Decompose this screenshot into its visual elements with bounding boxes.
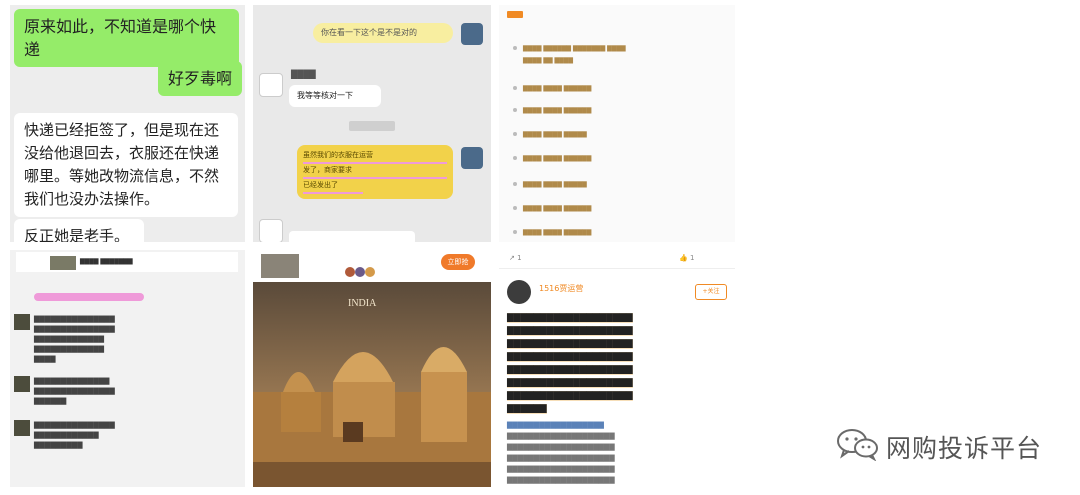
message-line: 已经发出了 [303, 179, 363, 194]
list-item: ▇▇▇▇ ▇▇▇▇ ▇▇▇▇▇▇ [513, 155, 725, 165]
comment: ▇▇▇▇▇▇▇▇▇▇▇▇▇▇▇ ▇▇▇▇▇▇▇▇▇▇▇▇ ▇▇▇▇▇▇▇▇▇ [14, 420, 237, 450]
image-caption: INDIA [348, 298, 377, 309]
list-item: ▇▇▇▇ ▇▇▇▇ ▇▇▇▇▇ [513, 181, 725, 191]
weibo-post-panel: ↗ 1 👍 1 1516贾运营 +关注 ▇▇▇▇▇▇▇▇▇▇▇▇▇▇▇▇▇▇▇ … [499, 250, 735, 487]
list-item: ▇▇▇▇ ▇▇▇▇ ▇▇▇▇▇▇ [513, 205, 725, 215]
order-log-panel: ▇▇▇▇ ▇▇▇▇▇▇ ▇▇▇▇▇▇▇ ▇▇▇▇ ▇▇▇▇ ▇▇ ▇▇▇▇ ▇▇… [499, 5, 735, 242]
chat-screenshot-panel-2: 你在看一下这个是不是对的 ████ 我等等核对一下 虽然我们的衣服在运营 发了，… [253, 5, 491, 242]
badge-icon [507, 11, 523, 18]
chat-bubble-received: 我等等核对一下 [289, 85, 381, 107]
product-thumbnail [261, 254, 299, 278]
list-item: ▇▇▇▇ ▇▇▇▇▇▇ ▇▇▇▇▇▇▇ ▇▇▇▇ [513, 45, 725, 55]
product-image-panel: 立即抢 INDIA [253, 250, 491, 487]
quoted-post: ▇▇▇▇▇▇▇▇▇▇▇▇▇▇▇▇▇▇ ▇▇▇▇▇▇▇▇▇▇▇▇▇▇▇▇▇▇▇▇ … [507, 421, 615, 484]
avatar [507, 280, 531, 304]
wechat-icon [837, 429, 878, 461]
username-blurred: ████ [291, 70, 316, 79]
post-actions-bar: ↗ 1 👍 1 [499, 250, 735, 269]
timestamp-pill [349, 121, 395, 131]
username: 1516贾运营 [539, 284, 584, 293]
product-header: ▇▇▇▇ ▇▇▇▇▇▇▇ [16, 252, 238, 272]
highlighted-bubble: 虽然我们的衣服在运营 发了，商家要求 已经发出了 [297, 145, 453, 199]
list-item: ▇▇▇▇ ▇▇▇▇ ▇▇▇▇▇▇ [513, 85, 725, 95]
follow-button[interactable]: +关注 [695, 284, 727, 300]
post-body: ▇▇▇▇▇▇▇▇▇▇▇▇▇▇▇▇▇▇▇ ▇▇▇▇▇▇▇▇▇▇▇▇▇▇▇▇▇▇▇ … [507, 313, 633, 414]
share-icon[interactable]: ↗ 1 [509, 254, 522, 262]
list-item: ▇▇▇▇ ▇▇ ▇▇▇▇ [523, 57, 573, 64]
chat-bubble-received: 快递已经拒签了，但是现在还没给他退回去，衣服还在快递哪里。等她改物流信息，不然我… [14, 113, 238, 217]
message-line: 发了，商家要求 [303, 164, 447, 179]
chat-bubble-sent: 好歹毒啊 [158, 61, 242, 96]
list-item: ▇▇▇▇ ▇▇▇▇ ▇▇▇▇▇▇ [513, 107, 725, 117]
temple-photo: INDIA [253, 282, 491, 487]
avatar [461, 23, 483, 45]
chat-bubble-received: 反正她是老手。 [14, 219, 144, 242]
message-line: 虽然我们的衣服在运营 [303, 149, 447, 164]
comment: ▇▇▇▇▇▇▇▇▇▇▇▇▇▇▇ ▇▇▇▇▇▇▇▇▇▇▇▇▇▇▇ ▇▇▇▇▇▇▇▇▇▇… [14, 314, 237, 364]
avatar-placeholder-icon [259, 73, 283, 97]
product-thumbnail [50, 256, 76, 270]
highlight-mark [34, 293, 144, 301]
avatar [461, 147, 483, 169]
chat-bubble-sent: 你在看一下这个是不是对的 [313, 23, 453, 43]
logo-text: 网购投诉平台 [886, 434, 1043, 463]
chat-bubble-received [289, 231, 415, 242]
comment: ▇▇▇▇▇▇▇▇▇▇▇▇▇▇ ▇▇▇▇▇▇▇▇▇▇▇▇▇▇▇ ▇▇▇▇▇▇ [14, 376, 237, 406]
chat-bubble-sent: 原来如此，不知道是哪个快递 [14, 9, 239, 67]
list-item: ▇▇▇▇ ▇▇▇▇ ▇▇▇▇▇ [513, 131, 725, 141]
avatar-placeholder-icon [259, 219, 283, 242]
like-icon[interactable]: 👍 1 [679, 254, 694, 262]
chat-screenshot-panel: 原来如此，不知道是哪个快递 好歹毒啊 快递已经拒签了，但是现在还没给他退回去，衣… [10, 5, 245, 242]
avatar-group [345, 262, 375, 277]
comments-panel: ▇▇▇▇ ▇▇▇▇▇▇▇ ▇▇▇▇▇▇▇▇▇▇▇▇▇▇▇ ▇▇▇▇▇▇▇▇▇▇▇▇… [10, 250, 245, 487]
watermark-logo: 网购投诉平台 [836, 425, 1056, 465]
buy-button[interactable]: 立即抢 [441, 254, 475, 270]
product-header: 立即抢 [253, 250, 491, 282]
list-item: ▇▇▇▇ ▇▇▇▇ ▇▇▇▇▇▇ [513, 229, 725, 239]
